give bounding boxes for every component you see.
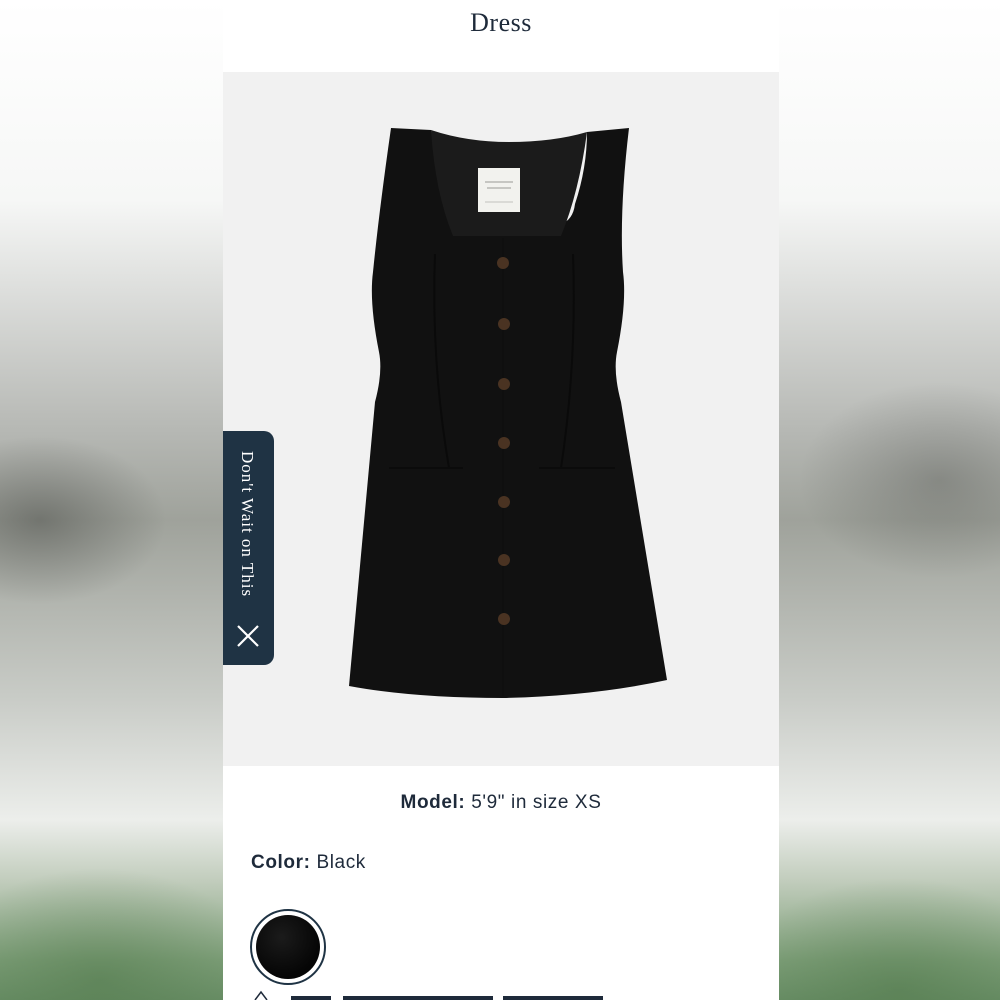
model-info: Model: 5'9" in size XS: [223, 792, 779, 814]
dress-button: [498, 554, 510, 566]
dress-button: [498, 437, 510, 449]
background-blur-left: [0, 0, 223, 1000]
product-panel: Dress Don't Wait on This Model: 5'9" in …: [223, 0, 779, 1000]
dress-button: [497, 257, 509, 269]
background-blur-right: [779, 0, 1000, 1000]
dress-button: [498, 318, 510, 330]
dress-button: [498, 613, 510, 625]
product-image[interactable]: [223, 72, 779, 766]
dress-button: [498, 496, 510, 508]
color-swatch-black[interactable]: [250, 909, 326, 985]
dress-illustration: [349, 128, 667, 698]
cutoff-content: [254, 990, 603, 1000]
page-title: Dress: [470, 8, 532, 37]
model-value: 5'9" in size XS: [471, 792, 602, 813]
label-tag: [478, 168, 520, 212]
color-value: Black: [316, 852, 366, 873]
color-label: Color:: [251, 852, 311, 873]
model-label: Model:: [400, 792, 466, 813]
swatch-fill: [256, 915, 320, 979]
color-info: Color: Black: [251, 852, 366, 874]
dont-wait-label: Don't Wait on This: [238, 451, 257, 598]
dont-wait-tab[interactable]: Don't Wait on This: [223, 431, 274, 665]
close-icon[interactable]: [235, 623, 261, 649]
dress-button: [498, 378, 510, 390]
